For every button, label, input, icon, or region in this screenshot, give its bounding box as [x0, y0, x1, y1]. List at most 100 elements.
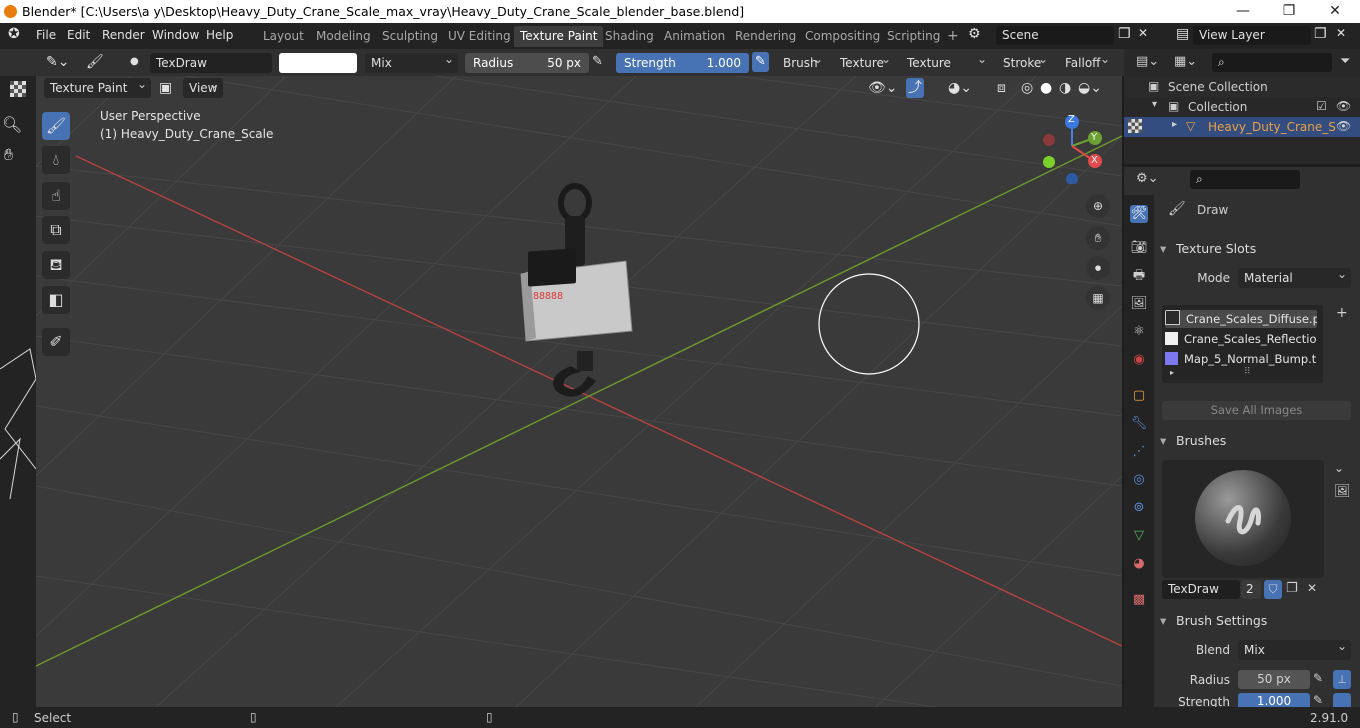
- save-all-images-button[interactable]: Save All Images: [1162, 401, 1351, 420]
- blender-menu-icon[interactable]: ✪: [8, 26, 20, 42]
- brush-users-count[interactable]: 2: [1241, 580, 1261, 599]
- 3d-viewport[interactable]: 88888 User Perspective (1) Heavy_Duty_Cr…: [36, 76, 1122, 707]
- maximize-button[interactable]: ❐: [1266, 0, 1312, 23]
- mode-dropdown[interactable]: Texture Paint: [44, 74, 151, 98]
- xray-icon[interactable]: ⧈: [997, 78, 1006, 98]
- scene-name-field[interactable]: Scene: [996, 26, 1114, 45]
- outliner-editor-icon[interactable]: ▤⌄: [1136, 54, 1159, 69]
- brush-strength-unit-icon[interactable]: [1333, 693, 1351, 707]
- view-menu[interactable]: View: [183, 74, 223, 98]
- add-slot-button[interactable]: +: [1336, 305, 1348, 321]
- view-layer-tab-icon[interactable]: 🖼︎: [1130, 295, 1148, 313]
- minimize-button[interactable]: —: [1220, 0, 1266, 23]
- material-tab-icon[interactable]: ◕: [1130, 555, 1148, 573]
- texture-slots-header[interactable]: Texture Slots: [1156, 241, 1356, 256]
- brush-name-datablock[interactable]: TexDraw: [1162, 580, 1240, 599]
- texture-slot-item[interactable]: Crane_Scales_Diffuse.p...: [1165, 310, 1317, 328]
- brush-blend-dropdown[interactable]: Mix: [1238, 636, 1351, 660]
- brush-radius-pressure-icon[interactable]: ✎: [1313, 671, 1323, 685]
- wireframe-shading-icon[interactable]: ◎: [1021, 78, 1033, 98]
- tab-compositing[interactable]: Compositing: [799, 26, 886, 47]
- modifier-tab-icon[interactable]: 🔧︎: [1130, 415, 1148, 433]
- rendered-shading-icon[interactable]: ◒⌄: [1078, 78, 1102, 98]
- falloff-menu[interactable]: Falloff: [1059, 49, 1114, 73]
- tab-rendering[interactable]: Rendering: [729, 26, 802, 47]
- collection-visibility-icon[interactable]: 👁︎: [1336, 99, 1351, 113]
- fake-user-shield-icon[interactable]: ⛉: [1264, 580, 1282, 599]
- material-shading-icon[interactable]: ◑: [1059, 78, 1071, 98]
- menu-edit[interactable]: Edit: [67, 28, 90, 42]
- menu-file[interactable]: File: [36, 28, 56, 42]
- collection-checkbox-icon[interactable]: ☑: [1316, 99, 1327, 113]
- view-layer-copy-icon[interactable]: ❐: [1314, 26, 1327, 42]
- texture-menu[interactable]: Texture: [834, 49, 895, 73]
- close-button[interactable]: ✕: [1312, 0, 1358, 23]
- menu-help[interactable]: Help: [206, 28, 233, 42]
- overlays-icon[interactable]: ◕⌄: [948, 78, 972, 98]
- solid-shading-icon[interactable]: ●: [1040, 78, 1052, 98]
- brush-menu-chevron-icon[interactable]: ⌄: [1334, 461, 1344, 475]
- smear-tool-button[interactable]: ☝︎: [42, 182, 70, 210]
- tool-tab-icon[interactable]: 🛠︎: [1130, 205, 1148, 223]
- scene-copy-icon[interactable]: ❐: [1118, 26, 1131, 42]
- view-layer-field[interactable]: View Layer: [1193, 26, 1311, 45]
- physics-tab-icon[interactable]: ◎: [1130, 471, 1148, 489]
- tab-texture-paint[interactable]: Texture Paint: [514, 26, 604, 47]
- tab-modeling[interactable]: Modeling: [310, 26, 377, 47]
- particles-tab-icon[interactable]: ⋰: [1130, 443, 1148, 461]
- properties-editor-icon[interactable]: ⚙⌄: [1136, 171, 1159, 186]
- tab-scripting[interactable]: Scripting: [881, 26, 946, 47]
- tab-uv-editing[interactable]: UV Editing: [442, 26, 517, 47]
- object-visibility-icon[interactable]: 👁︎: [1336, 119, 1351, 133]
- collapse-icon[interactable]: ▾: [1152, 99, 1157, 110]
- texture-mask-menu[interactable]: Texture Mask: [901, 49, 991, 90]
- draw-tool-button[interactable]: 🖌︎: [42, 112, 70, 140]
- pan-view-icon[interactable]: ✋︎: [1086, 226, 1110, 250]
- brush-radius-field[interactable]: 50 px: [1238, 670, 1310, 689]
- hand-icon[interactable]: ✋︎: [4, 145, 13, 165]
- annotate-tool-button[interactable]: ✐: [42, 328, 70, 356]
- fill-tool-button[interactable]: ⛾: [42, 251, 70, 279]
- list-expand-icon[interactable]: ▸: [1170, 368, 1174, 377]
- mask-tool-button[interactable]: ◧: [42, 286, 70, 314]
- tab-shading[interactable]: Shading: [599, 26, 660, 47]
- add-workspace-button[interactable]: +: [941, 26, 965, 47]
- output-tab-icon[interactable]: 🖶: [1130, 267, 1148, 285]
- brush-name-field[interactable]: TexDraw: [150, 53, 272, 73]
- render-tab-icon[interactable]: 📷︎: [1130, 239, 1148, 257]
- texture-tab-icon[interactable]: ▩: [1130, 591, 1148, 609]
- unlink-brush-icon[interactable]: ✕: [1307, 581, 1317, 595]
- strength-slider[interactable]: Strength 1.000: [616, 53, 749, 73]
- expand-icon[interactable]: ▸: [1172, 119, 1177, 130]
- camera-view-icon[interactable]: ⏺: [1086, 256, 1110, 280]
- filter-icon[interactable]: ⏷: [1340, 54, 1350, 69]
- brush-settings-header[interactable]: Brush Settings: [1156, 613, 1356, 628]
- view-layer-icon[interactable]: ▤: [1176, 26, 1189, 42]
- outliner-row-collection[interactable]: ▾ ▣ Collection ☑ 👁︎: [1124, 97, 1360, 117]
- outliner-row-scene[interactable]: ▣ Scene Collection: [1124, 77, 1360, 97]
- brush-radius-unit-icon[interactable]: ⊥: [1333, 670, 1351, 689]
- brush-menu[interactable]: Brush: [777, 49, 827, 73]
- outliner-row-object[interactable]: ▸ ▽ Heavy_Duty_Crane_S 👁︎: [1124, 117, 1360, 137]
- color-swatch[interactable]: [279, 53, 357, 73]
- object-tab-icon[interactable]: ▢: [1130, 387, 1148, 405]
- stroke-menu[interactable]: Stroke: [997, 49, 1052, 73]
- menu-window[interactable]: Window: [152, 28, 199, 42]
- blend-mode-dropdown[interactable]: Mix: [365, 49, 458, 73]
- brush-preview-icon[interactable]: ●: [130, 52, 139, 72]
- texture-slot-item[interactable]: Map_5_Normal_Bump.t...: [1165, 350, 1317, 368]
- menu-render[interactable]: Render: [102, 28, 145, 42]
- checker-icon[interactable]: [10, 81, 26, 97]
- brush-image-icon[interactable]: 🖼︎: [1334, 484, 1351, 499]
- scene-tab-icon[interactable]: ⚛: [1130, 323, 1148, 341]
- zoom-icon[interactable]: 🔍︎: [2, 115, 22, 134]
- tool-brush-icon[interactable]: ✎⌄: [46, 52, 69, 72]
- radius-pressure-icon[interactable]: ✎: [592, 52, 603, 72]
- scene-icon[interactable]: ⚙: [968, 26, 981, 42]
- display-mode-icon[interactable]: ▦⌄: [1174, 54, 1197, 69]
- paint-mask-toggle-icon[interactable]: ▣: [159, 78, 172, 98]
- tab-sculpting[interactable]: Sculpting: [376, 26, 444, 47]
- tab-layout[interactable]: Layout: [257, 26, 310, 47]
- ortho-toggle-icon[interactable]: ▦: [1086, 286, 1110, 310]
- radius-slider[interactable]: Radius 50 px: [465, 53, 589, 73]
